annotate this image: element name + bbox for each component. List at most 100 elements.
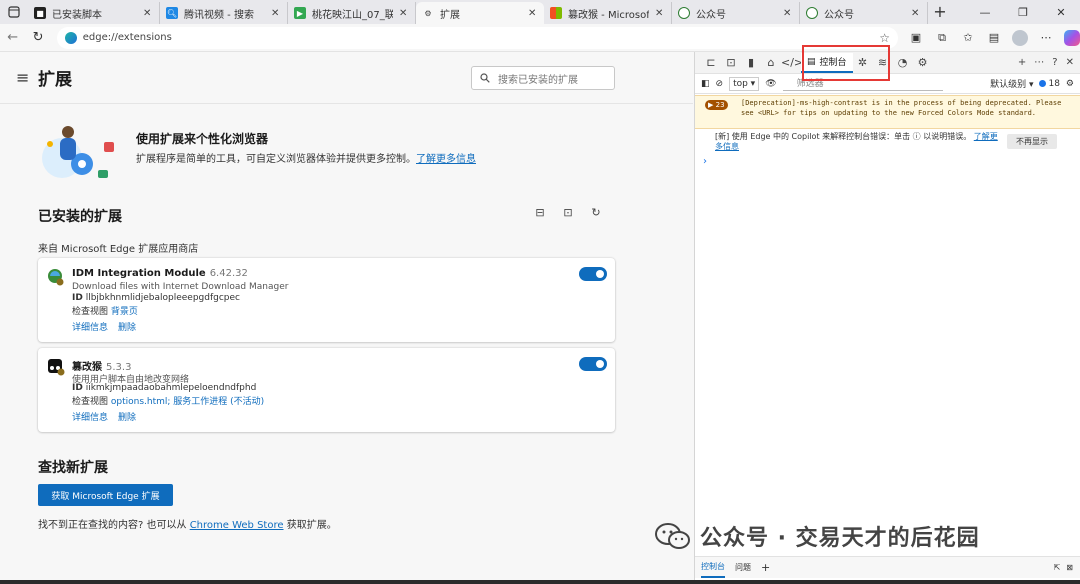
drawer-dock-icon[interactable]: ⇱ (1054, 563, 1061, 572)
dont-show-again-button[interactable]: 不再显示 (1007, 134, 1057, 149)
drawer-tab-console[interactable]: 控制台 (701, 558, 725, 578)
new-tab-icon[interactable]: + (928, 2, 952, 24)
remove-link[interactable]: 删除 (118, 320, 136, 333)
close-tab-icon[interactable]: ✕ (911, 8, 921, 19)
page-title: 扩展 (38, 70, 72, 90)
edge-icon (64, 31, 77, 44)
more-tools-icon[interactable]: ⋯ (1034, 57, 1044, 68)
drawer-actions: ⇱ ⊠ (1054, 563, 1080, 572)
sidebar-toggle-icon[interactable]: ◧ (701, 79, 710, 89)
details-link[interactable]: 详细信息 (72, 410, 108, 423)
details-link[interactable]: 详细信息 (72, 320, 108, 333)
close-tab-icon[interactable]: ✕ (655, 8, 665, 19)
collections-icon[interactable]: ▤ (986, 31, 1002, 44)
performance-icon[interactable]: ◔ (893, 56, 913, 69)
tab-strip: ■ 已安装脚本 ✕ 🔍︎ 腾讯视频 - 搜索 ✕ ▶ 桃花映江山_07_联手抓 … (0, 0, 1080, 24)
tab-label: 公众号 (696, 9, 726, 21)
remove-link[interactable]: 删除 (118, 410, 136, 423)
enable-toggle[interactable] (579, 267, 607, 281)
clear-console-icon[interactable]: ⊘ (716, 79, 724, 89)
tab-extensions[interactable]: ⚙ 扩展 ✕ (416, 2, 544, 24)
tab-actions-icon[interactable] (0, 0, 28, 24)
chrome-web-store-link[interactable]: Chrome Web Store (190, 520, 284, 531)
live-expression-icon[interactable]: 👁︎ (765, 79, 776, 89)
back-icon[interactable]: ← (0, 30, 25, 45)
close-tab-icon[interactable]: ✕ (143, 8, 153, 19)
extension-name: 篡改猴 5.3.3 (72, 362, 132, 373)
tampermonkey-icon[interactable]: ▣ (908, 31, 924, 44)
tab-wechat-2[interactable]: 公众号 ✕ (800, 2, 928, 24)
wechat-favicon (806, 7, 818, 19)
minimize-icon[interactable]: — (966, 0, 1004, 24)
tab-installed-scripts[interactable]: ■ 已安装脚本 ✕ (28, 2, 160, 24)
drawer-tab-issues[interactable]: 问题 (735, 562, 751, 573)
tab-tencent-video[interactable]: 🔍︎ 腾讯视频 - 搜索 ✕ (160, 2, 288, 24)
home-icon[interactable]: ⌂ (761, 56, 781, 69)
enable-toggle[interactable] (579, 357, 607, 371)
find-extensions-heading: 查找新扩展 (38, 460, 108, 476)
get-extensions-button[interactable]: 获取 Microsoft Edge 扩展 (38, 484, 173, 506)
settings-gear-icon[interactable]: ⚙ (913, 56, 933, 69)
close-devtools-icon[interactable]: ✕ (1066, 57, 1074, 68)
extensions-icon[interactable]: ⧉ (934, 31, 950, 45)
drawer-add-icon[interactable]: + (761, 561, 770, 574)
console-settings-icon[interactable]: ⚙ (1066, 79, 1074, 89)
load-unpacked-icon[interactable]: ⊡ (562, 206, 574, 219)
console-prompt[interactable]: › (703, 156, 707, 167)
add-tab-icon[interactable]: + (1018, 57, 1026, 68)
close-tab-icon[interactable]: ✕ (783, 8, 793, 19)
close-tab-icon[interactable]: ✕ (399, 8, 409, 19)
extensions-page: ≡ 扩展 搜索已安装的扩展 使用扩展来个性化浏览器 扩展程序是简单的工具，可自定… (0, 52, 693, 580)
address-bar[interactable]: edge://extensions ☆ (56, 26, 898, 49)
close-tab-icon[interactable]: ✕ (271, 8, 281, 19)
device-toolbar-icon[interactable]: ⊏ (701, 56, 721, 69)
watermark: 公众号 · 交易天才的后花园 (654, 520, 980, 552)
restore-icon[interactable]: ❐ (1004, 0, 1042, 24)
favorites-icon[interactable]: ✩ (960, 31, 976, 44)
search-icon (480, 73, 490, 83)
context-select[interactable]: top ▾ (729, 76, 760, 91)
extension-card-idm: IDM Integration Module 6.42.32 Download f… (38, 258, 615, 342)
warning-count-badge[interactable]: ▶ 23 (705, 100, 728, 110)
issues-counter[interactable]: 18 (1039, 79, 1060, 89)
devtools-panel: ⊏ ⊡ ▮ ⌂ </> ▤ 控制台 ✲ ≋ ◔ ⚙ + ⋯ ? ✕ ◧ ⊘ to… (694, 45, 1080, 580)
menu-icon[interactable]: ≡ (16, 68, 32, 87)
inspect-icon[interactable]: ⊡ (721, 56, 741, 69)
tab-wechat-1[interactable]: 公众号 ✕ (672, 2, 800, 24)
promo-description: 扩展程序是简单的工具，可自定义浏览器体验并提供更多控制。了解更多信息 (136, 150, 476, 165)
copilot-icon[interactable] (1064, 29, 1080, 46)
tab-tampermonkey-store[interactable]: 篡改猴 - Microsoft Edg ✕ (544, 2, 672, 24)
tampermonkey-favicon: ■ (34, 7, 46, 19)
level-select[interactable]: 默认级别 ▾ (990, 77, 1033, 90)
wechat-favicon (678, 7, 690, 19)
promo-banner: 使用扩展来个性化浏览器 扩展程序是简单的工具，可自定义浏览器体验并提供更多控制。… (38, 122, 598, 182)
favorite-star-icon[interactable]: ☆ (879, 31, 890, 45)
elements-icon[interactable]: </> (781, 56, 803, 69)
help-icon[interactable]: ? (1052, 57, 1057, 68)
search-favicon: 🔍︎ (166, 7, 178, 19)
dock-icon[interactable]: ▮ (741, 56, 761, 69)
idm-icon (48, 269, 64, 286)
profile-avatar[interactable] (1012, 29, 1028, 46)
search-placeholder: 搜索已安装的扩展 (498, 74, 578, 86)
learn-more-link[interactable]: 了解更多信息 (416, 154, 476, 165)
options-link[interactable]: options.html; 服务工作进程 (不活动) (111, 397, 264, 407)
tab-video-episode[interactable]: ▶ 桃花映江山_07_联手抓 ✕ (288, 2, 416, 24)
extension-actions: 详细信息 删除 (72, 320, 136, 333)
close-tab-icon[interactable]: ✕ (528, 8, 538, 19)
background-page-link[interactable]: 背景页 (111, 307, 138, 317)
refresh-icon[interactable]: ↻ (25, 30, 50, 45)
more-icon[interactable]: ⋯ (1038, 31, 1054, 44)
search-input[interactable]: 搜索已安装的扩展 (471, 66, 615, 90)
devtools-drawer: 控制台 问题 + ⇱ ⊠ (695, 556, 1080, 578)
close-window-icon[interactable]: ✕ (1042, 0, 1080, 24)
address-row: ← ↻ edge://extensions ☆ ▣ ⧉ ✩ ▤ ⋯ (0, 24, 1080, 52)
update-icon[interactable]: ↻ (590, 206, 602, 219)
highlight-box (802, 45, 890, 81)
archive-icon[interactable]: ⊟ (534, 206, 546, 219)
inspect-views: 检查视图 options.html; 服务工作进程 (不活动) (72, 397, 265, 407)
copilot-info-message: [新] 使用 Edge 中的 Copilot 来解释控制台错误：单击 ⓘ 以说明… (715, 132, 998, 151)
url-text[interactable]: edge://extensions (83, 32, 172, 43)
drawer-close-icon[interactable]: ⊠ (1066, 563, 1073, 572)
toolbar-icons: ▣ ⧉ ✩ ▤ ⋯ (908, 29, 1080, 46)
